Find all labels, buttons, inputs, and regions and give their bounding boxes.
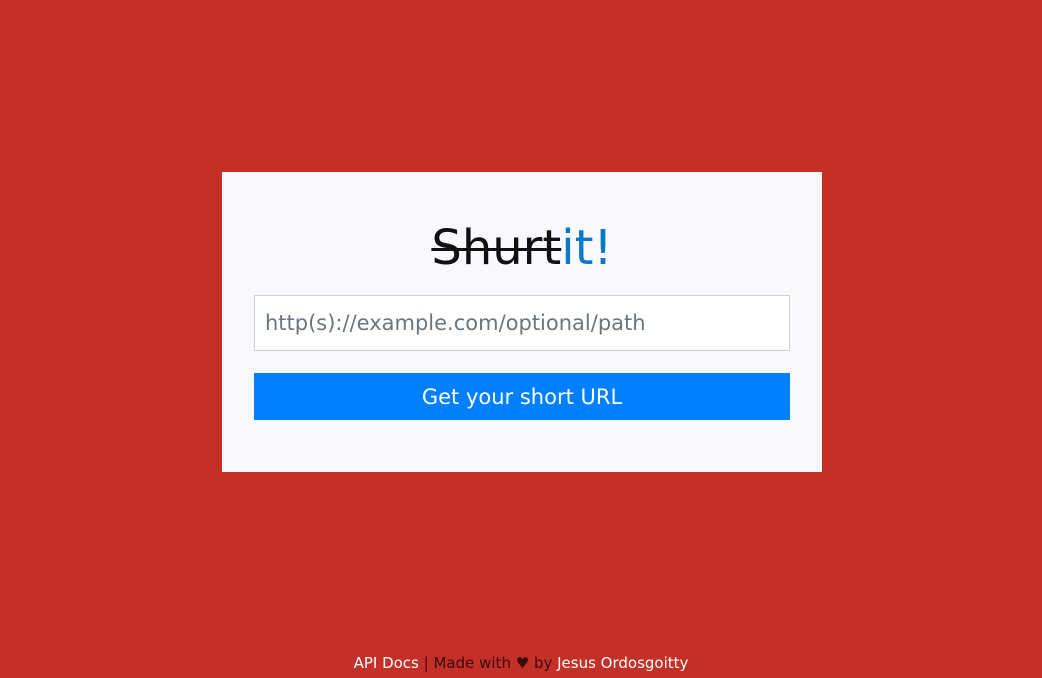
logo-accent-text: it! (561, 220, 613, 276)
footer: API Docs | Made with ♥ by Jesus Ordosgoi… (0, 652, 1042, 674)
shortener-card: Shurtit! Get your short URL (222, 172, 822, 472)
author-link[interactable]: Jesus Ordosgoitty (557, 654, 688, 672)
by-text: by (529, 654, 558, 672)
get-short-url-button[interactable]: Get your short URL (254, 373, 790, 420)
logo-strikethrough-text: Shurt (431, 220, 562, 276)
url-input[interactable] (254, 295, 790, 351)
app-logo: Shurtit! (222, 218, 822, 278)
api-docs-link[interactable]: API Docs (354, 654, 419, 672)
footer-separator: | (418, 654, 434, 672)
heart-icon: ♥ (515, 654, 530, 672)
made-with-text: Made with (433, 654, 516, 672)
